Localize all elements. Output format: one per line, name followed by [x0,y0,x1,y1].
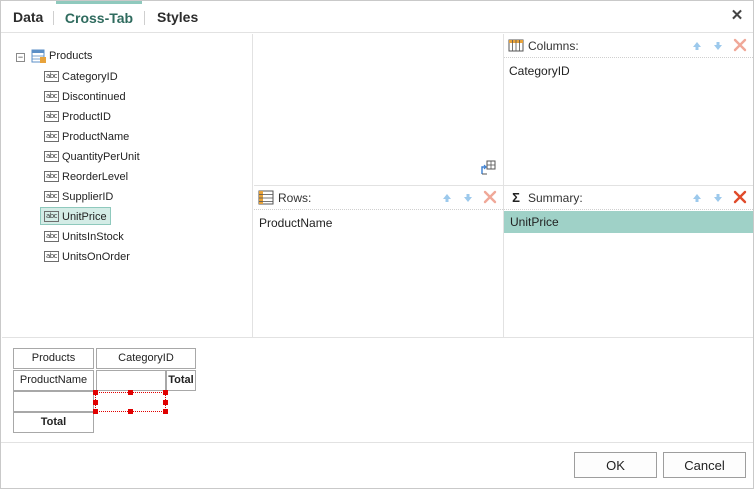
summary-panel-header: Σ Summary: [504,186,753,210]
tab-separator [53,11,54,25]
move-down-icon[interactable] [462,192,474,204]
corner-area [254,34,503,185]
rows-panel-title: Rows: [278,191,312,205]
sigma-icon: Σ [512,190,520,205]
move-up-icon[interactable] [691,40,703,52]
tree-item-productid[interactable]: abc ProductID [42,108,113,126]
tab-separator [144,11,145,25]
ok-button[interactable]: OK [574,452,657,478]
cross-tab-dialog: Data Cross-Tab Styles ✕ − Products abc Ca… [0,0,754,489]
preview-column-cell[interactable] [96,370,166,391]
field-abc-icon: abc [44,171,59,182]
preview-header-categoryid[interactable]: CategoryID [96,348,196,369]
move-up-icon[interactable] [441,192,453,204]
selection-handle[interactable] [93,409,98,414]
move-up-icon[interactable] [691,192,703,204]
field-abc-icon: abc [44,251,59,262]
selection-handle[interactable] [93,390,98,395]
field-abc-icon: abc [44,91,59,102]
field-abc-icon: abc [44,191,59,202]
preview-row-header-productname[interactable]: ProductName [13,370,94,391]
tree-item-label: QuantityPerUnit [62,151,140,163]
columns-icon [508,39,524,52]
collapse-icon[interactable]: − [16,53,25,62]
preview-column-total[interactable]: Total [166,370,196,391]
tab-bar: Data Cross-Tab Styles ✕ [1,1,753,33]
tree-item-label: ReorderLevel [62,171,129,183]
close-icon[interactable]: ✕ [729,8,745,24]
preview-row-cell[interactable] [13,391,94,412]
columns-field-value[interactable]: CategoryID [509,64,570,78]
columns-panel-title: Columns: [528,39,579,53]
selection-handle[interactable] [163,390,168,395]
data-source-tree: − Products abc CategoryID abc Discontinued… [2,34,253,337]
remove-icon[interactable] [733,190,747,204]
tree-item-supplierid[interactable]: abc SupplierID [42,188,115,206]
rows-panel-header: Rows: [254,186,503,210]
rows-field-value[interactable]: ProductName [259,216,332,230]
tab-data[interactable]: Data [13,1,43,33]
tree-item-quantityperunit[interactable]: abc QuantityPerUnit [42,148,142,166]
tree-item-categoryid[interactable]: abc CategoryID [42,68,120,86]
field-abc-icon: abc [44,231,59,242]
tree-item-reorderlevel[interactable]: abc ReorderLevel [42,168,130,186]
columns-panel: Columns: CategoryID [504,34,753,185]
tree-item-label: SupplierID [62,191,114,203]
summary-field-value[interactable]: UnitPrice [504,211,753,233]
preview-row-total[interactable]: Total [13,412,94,433]
field-abc-icon: abc [44,71,59,82]
swap-rows-columns-icon[interactable] [479,159,497,177]
selection-handle[interactable] [163,400,168,405]
tab-cross-tab[interactable]: Cross-Tab [56,1,142,33]
preview-header-products[interactable]: Products [13,348,94,369]
field-abc-icon: abc [44,151,59,162]
cancel-button[interactable]: Cancel [663,452,746,478]
remove-icon[interactable] [733,38,747,52]
preview-divider [2,337,753,338]
tab-styles[interactable]: Styles [157,1,198,33]
tree-item-discontinued[interactable]: abc Discontinued [42,88,128,106]
rows-panel: Rows: ProductName [254,186,503,337]
tree-item-label: UnitsInStock [62,231,124,243]
tree-item-label: Discontinued [62,91,126,103]
tree-item-label: ProductName [62,131,130,143]
selection-handle[interactable] [93,400,98,405]
selection-handle[interactable] [128,390,133,395]
datasource-icon [31,49,46,63]
tree-item-label: UnitsOnOrder [62,251,130,263]
tree-item-unitprice[interactable]: abc UnitPrice [40,207,111,225]
dialog-footer: OK Cancel [1,442,753,489]
tree-item-unitsinstock[interactable]: abc UnitsInStock [42,228,126,246]
panel-divider [254,185,753,186]
selection-handle[interactable] [128,409,133,414]
summary-panel-title: Summary: [528,191,583,205]
field-abc-icon: abc [44,131,59,142]
columns-panel-header: Columns: [504,34,753,58]
tree-item-label: UnitPrice [62,211,107,223]
field-abc-icon: abc [44,211,59,222]
tree-item-label: CategoryID [62,71,118,83]
summary-panel: Σ Summary: UnitPrice [504,186,753,337]
move-down-icon[interactable] [712,40,724,52]
move-down-icon[interactable] [712,192,724,204]
remove-icon[interactable] [483,190,497,204]
selection-handle[interactable] [163,409,168,414]
tree-item-productname[interactable]: abc ProductName [42,128,131,146]
tree-root-label: Products [49,50,93,62]
rows-icon [258,190,274,205]
tree-item-unitsonorder[interactable]: abc UnitsOnOrder [42,248,132,266]
field-abc-icon: abc [44,111,59,122]
tree-item-label: ProductID [62,111,111,123]
